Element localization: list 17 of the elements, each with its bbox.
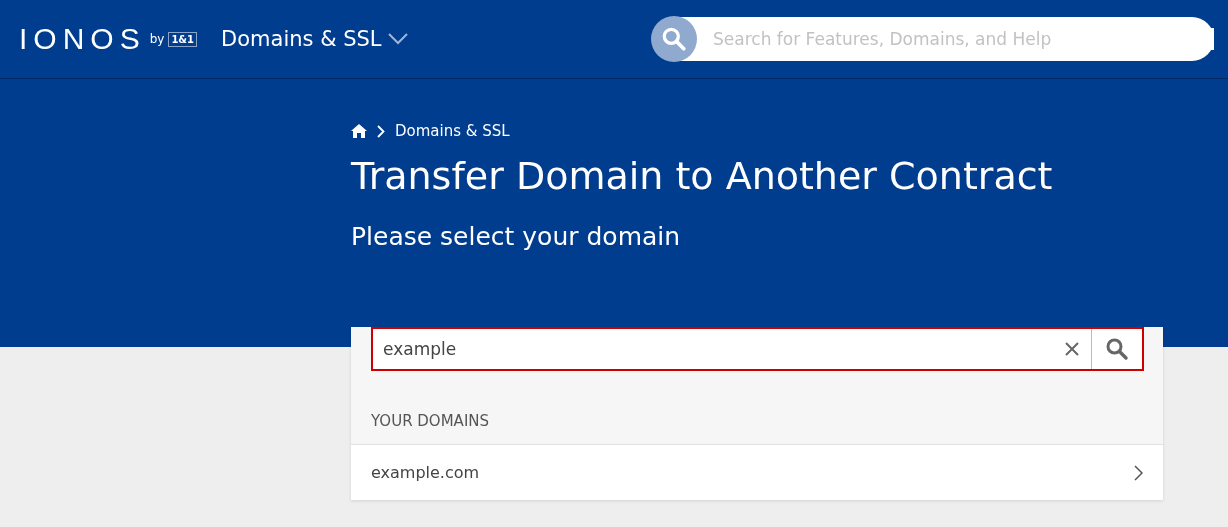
chevron-right-icon: [1134, 464, 1143, 481]
page-title: Transfer Domain to Another Contract: [351, 154, 1054, 198]
close-icon: [1064, 341, 1080, 357]
search-icon: [1105, 337, 1129, 361]
domain-search-field[interactable]: example: [371, 327, 1144, 371]
search-field[interactable]: Search for Features, Domains, and Help: [652, 17, 1214, 61]
domain-row[interactable]: example.com: [351, 445, 1163, 500]
chevron-right-icon: [377, 124, 385, 138]
logo[interactable]: IONOS: [19, 21, 146, 57]
search-icon: [651, 16, 697, 62]
home-icon[interactable]: [351, 124, 367, 138]
logo-by: by: [149, 32, 165, 46]
logo-badge: 1&1: [168, 31, 198, 47]
section-menu[interactable]: Domains & SSL: [221, 27, 408, 51]
breadcrumb-link[interactable]: Domains & SSL: [395, 122, 510, 140]
page-subtitle: Please select your domain: [351, 222, 682, 251]
chevron-down-icon: [387, 33, 408, 45]
